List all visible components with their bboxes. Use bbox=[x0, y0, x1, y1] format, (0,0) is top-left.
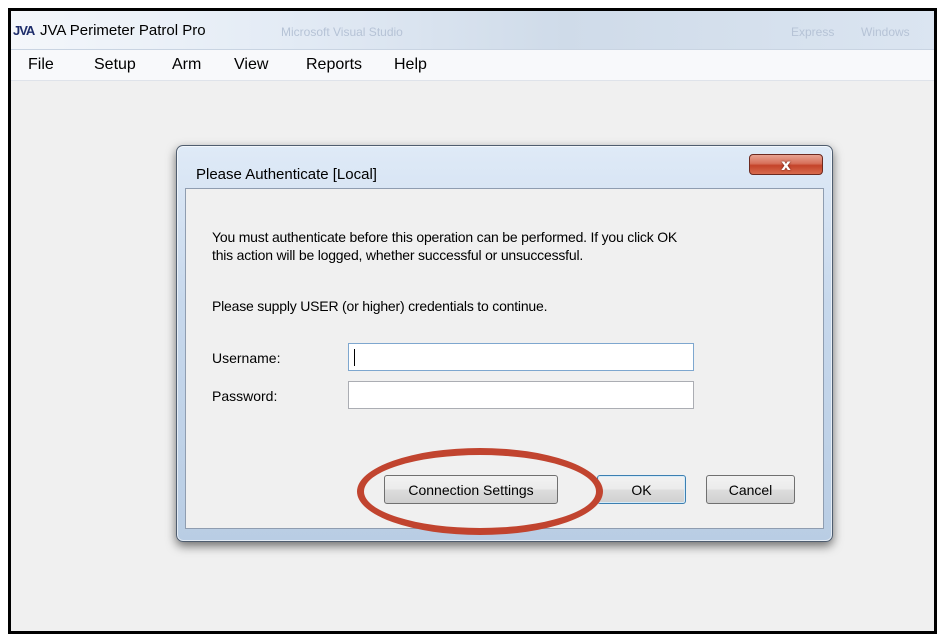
ok-button[interactable]: OK bbox=[597, 475, 686, 504]
window-title: JVA Perimeter Patrol Pro bbox=[40, 22, 206, 39]
close-button[interactable]: x bbox=[749, 154, 823, 175]
close-icon: x bbox=[781, 155, 791, 174]
dialog-body: You must authenticate before this operat… bbox=[185, 188, 824, 529]
menu-help[interactable]: Help bbox=[394, 56, 427, 74]
background-window-ghost-text: Microsoft Visual Studio bbox=[281, 25, 403, 39]
authenticate-dialog: Please Authenticate [Local] x You must a… bbox=[176, 145, 833, 542]
username-input[interactable] bbox=[348, 343, 694, 371]
cancel-button[interactable]: Cancel bbox=[706, 475, 795, 504]
menu-setup[interactable]: Setup bbox=[94, 56, 136, 74]
auth-message-line-1: You must authenticate before this operat… bbox=[212, 229, 678, 245]
title-bar[interactable]: JVA JVA Perimeter Patrol Pro Microsoft V… bbox=[11, 11, 934, 50]
text-caret bbox=[354, 349, 355, 366]
auth-message-line-2: this action will be logged, whether succ… bbox=[212, 247, 584, 263]
connection-settings-button[interactable]: Connection Settings bbox=[384, 475, 558, 504]
password-label: Password: bbox=[212, 388, 278, 404]
menu-bar: File Setup Arm View Reports Help bbox=[11, 50, 934, 81]
background-window-ghost-text: Windows bbox=[861, 25, 910, 39]
app-logo-icon: JVA bbox=[13, 23, 35, 38]
username-label: Username: bbox=[212, 350, 281, 366]
background-window-ghost-text: Express bbox=[791, 25, 835, 39]
menu-file[interactable]: File bbox=[28, 56, 54, 74]
password-input[interactable] bbox=[348, 381, 694, 409]
menu-reports[interactable]: Reports bbox=[306, 56, 362, 74]
menu-arm[interactable]: Arm bbox=[172, 56, 201, 74]
menu-view[interactable]: View bbox=[234, 56, 268, 74]
credentials-prompt: Please supply USER (or higher) credentia… bbox=[212, 298, 548, 314]
dialog-title: Please Authenticate [Local] bbox=[196, 166, 377, 183]
